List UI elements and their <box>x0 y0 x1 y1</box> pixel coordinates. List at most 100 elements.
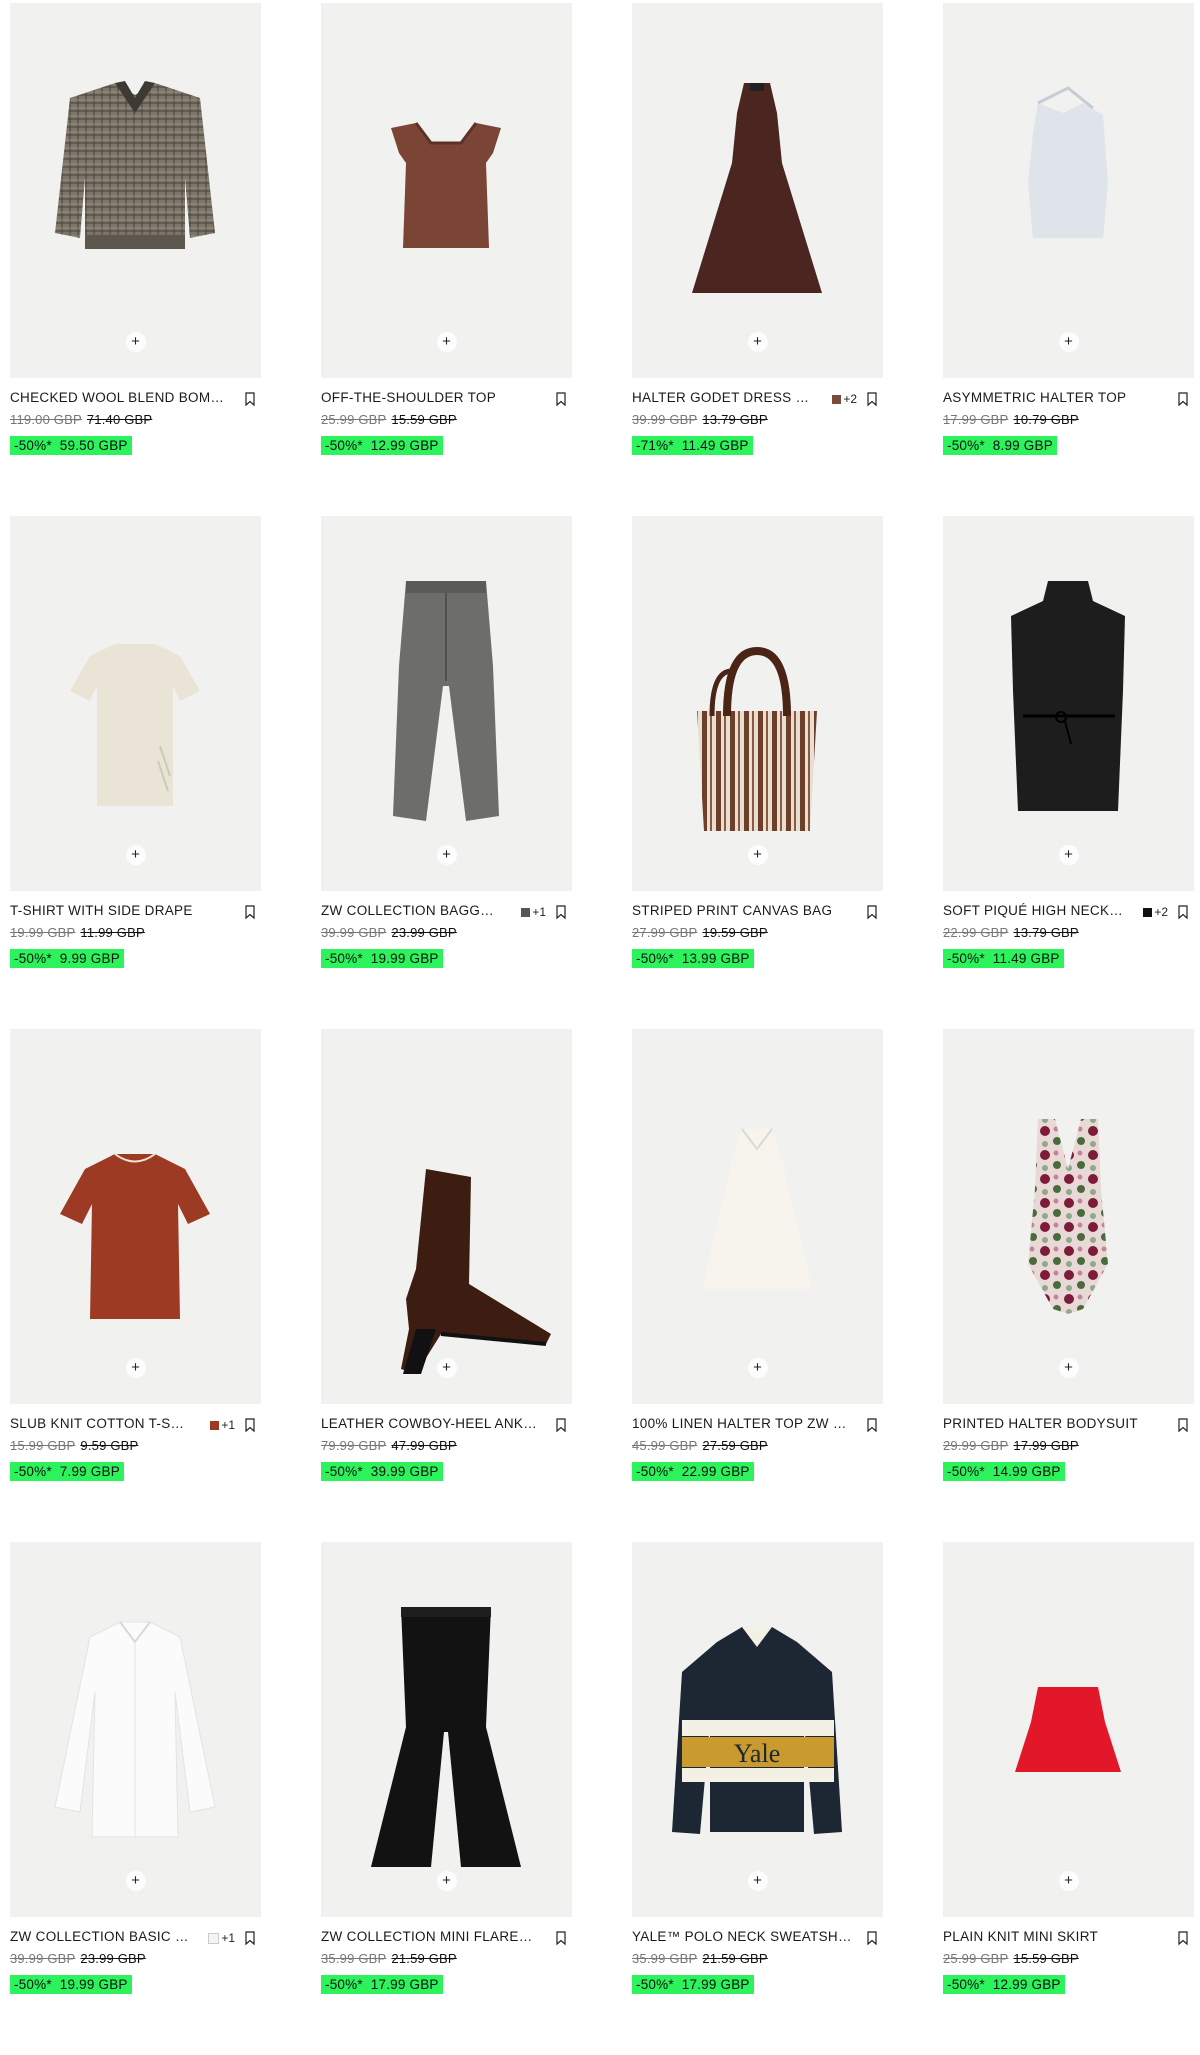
quick-add-button[interactable]: + <box>436 332 457 352</box>
quick-add-button[interactable]: + <box>747 332 768 352</box>
more-colors-count: +1 <box>221 1418 235 1432</box>
quick-add-button[interactable]: + <box>436 1871 457 1891</box>
quick-add-button[interactable]: + <box>1058 1871 1079 1891</box>
product-name[interactable]: STRIPED PRINT CANVAS BAG <box>632 903 852 918</box>
previous-price: 13.79 GBP <box>702 412 768 427</box>
bookmark-icon[interactable] <box>865 391 879 407</box>
quick-add-button[interactable]: + <box>1058 845 1079 865</box>
bookmark-icon[interactable] <box>554 1417 568 1433</box>
product-image[interactable]: + <box>943 1029 1194 1404</box>
product-card[interactable]: + HALTER GODET DRESS ZW COLLECTION +2 39.99… <box>632 3 883 516</box>
product-card[interactable]: + CHECKED WOOL BLEND BOMBER JACKET 119.00 … <box>10 3 261 516</box>
color-swatch[interactable]: +2 <box>1143 905 1168 919</box>
more-colors-count: +1 <box>532 905 546 919</box>
product-card[interactable]: + ZW COLLECTION BASIC SHIRT +1 39.99 GBP 23.… <box>10 1542 261 2055</box>
product-card[interactable]: + OFF-THE-SHOULDER TOP 25.99 GBP 15.59 GBP -… <box>321 3 572 516</box>
product-name[interactable]: OFF-THE-SHOULDER TOP <box>321 390 541 405</box>
product-card[interactable]: Yale + YALE™ POLO NECK SWEATSHIRT 35.99 GBP… <box>632 1542 883 2055</box>
product-card[interactable]: + PLAIN KNIT MINI SKIRT 25.99 GBP 15.59 GBP… <box>943 1542 1194 2055</box>
product-image[interactable]: + <box>321 1542 572 1917</box>
product-image[interactable]: + <box>321 1029 572 1404</box>
product-name[interactable]: ASYMMETRIC HALTER TOP <box>943 390 1163 405</box>
color-swatch[interactable]: +1 <box>521 905 546 919</box>
product-card[interactable]: + STRIPED PRINT CANVAS BAG 27.99 GBP 19.59 … <box>632 516 883 1029</box>
product-card[interactable]: + ZW COLLECTION BAGGY JEANS +1 39.99 GBP 23.… <box>321 516 572 1029</box>
quick-add-button[interactable]: + <box>747 845 768 865</box>
product-image[interactable]: + <box>943 3 1194 378</box>
quick-add-button[interactable]: + <box>436 845 457 865</box>
product-card[interactable]: + ASYMMETRIC HALTER TOP 17.99 GBP 10.79 GBP… <box>943 3 1194 516</box>
product-name[interactable]: SOFT PIQUÉ HIGH NECK DRESS <box>943 903 1123 918</box>
bookmark-icon[interactable] <box>1176 1930 1190 1946</box>
color-swatch[interactable]: +1 <box>208 1931 235 1945</box>
quick-add-button[interactable]: + <box>747 1871 768 1891</box>
quick-add-button[interactable]: + <box>125 845 146 865</box>
quick-add-button[interactable]: + <box>436 1358 457 1378</box>
product-name[interactable]: 100% LINEN HALTER TOP ZW COLLECTION <box>632 1416 852 1431</box>
product-name[interactable]: T-SHIRT WITH SIDE DRAPE <box>10 903 230 918</box>
product-name[interactable]: YALE™ POLO NECK SWEATSHIRT <box>632 1929 852 1944</box>
product-name[interactable]: HALTER GODET DRESS ZW COLLECTION <box>632 390 812 405</box>
bookmark-icon[interactable] <box>865 904 879 920</box>
previous-prices: 15.99 GBP 9.59 GBP <box>10 1438 261 1456</box>
bookmark-icon[interactable] <box>554 904 568 920</box>
quick-add-button[interactable]: + <box>1058 332 1079 352</box>
bookmark-icon[interactable] <box>865 1417 879 1433</box>
product-card[interactable]: + ZW COLLECTION MINI FLARED TROUSERS 35.99… <box>321 1542 572 2055</box>
color-swatch[interactable]: +1 <box>210 1418 235 1432</box>
previous-price: 15.59 GBP <box>1013 1951 1079 1966</box>
discount-percent: -50%* <box>636 1977 674 1992</box>
product-card[interactable]: + SOFT PIQUÉ HIGH NECK DRESS +2 22.99 GBP 13… <box>943 516 1194 1029</box>
product-name[interactable]: SLUB KNIT COTTON T-SHIRT <box>10 1416 190 1431</box>
product-card[interactable]: + T-SHIRT WITH SIDE DRAPE 19.99 GBP 11.99 G… <box>10 516 261 1029</box>
bookmark-icon[interactable] <box>243 1930 257 1946</box>
bookmark-icon[interactable] <box>1176 391 1190 407</box>
discount-percent: -50%* <box>325 951 363 966</box>
color-swatch[interactable]: +2 <box>832 392 857 406</box>
sale-price-badge: -50%* 12.99 GBP <box>943 1975 1065 1994</box>
product-name[interactable]: ZW COLLECTION BAGGY JEANS <box>321 903 501 918</box>
sale-price-badge: -50%* 9.99 GBP <box>10 949 124 968</box>
bookmark-icon[interactable] <box>865 1930 879 1946</box>
quick-add-button[interactable]: + <box>125 332 146 352</box>
bookmark-icon[interactable] <box>1176 1417 1190 1433</box>
product-image[interactable]: + <box>10 516 261 891</box>
product-photo <box>401 1169 551 1374</box>
bookmark-icon[interactable] <box>554 1930 568 1946</box>
product-name[interactable]: PRINTED HALTER BODYSUIT <box>943 1416 1163 1431</box>
product-image[interactable]: + <box>10 1029 261 1404</box>
product-image[interactable]: + <box>321 3 572 378</box>
product-image[interactable]: Yale + <box>632 1542 883 1917</box>
bookmark-icon[interactable] <box>243 391 257 407</box>
product-image[interactable]: + <box>632 3 883 378</box>
product-card[interactable]: + SLUB KNIT COTTON T-SHIRT +1 15.99 GBP 9.59… <box>10 1029 261 1542</box>
product-image[interactable]: + <box>10 3 261 378</box>
product-name[interactable]: PLAIN KNIT MINI SKIRT <box>943 1929 1163 1944</box>
product-name[interactable]: ZW COLLECTION MINI FLARED TROUSERS <box>321 1929 541 1944</box>
quick-add-button[interactable]: + <box>747 1358 768 1378</box>
product-image[interactable]: + <box>10 1542 261 1917</box>
product-image[interactable]: + <box>943 1542 1194 1917</box>
product-name[interactable]: ZW COLLECTION BASIC SHIRT <box>10 1929 190 1944</box>
product-card[interactable]: + LEATHER COWBOY-HEEL ANKLE BOOTS 79.99 GB… <box>321 1029 572 1542</box>
quick-add-button[interactable]: + <box>125 1871 146 1891</box>
bookmark-icon[interactable] <box>243 904 257 920</box>
product-image[interactable]: + <box>632 516 883 891</box>
bookmark-icon[interactable] <box>554 391 568 407</box>
sale-price-badge: -50%* 59.50 GBP <box>10 436 132 455</box>
product-image[interactable]: + <box>632 1029 883 1404</box>
product-card[interactable]: +100% LINEN HALTER TOP ZW COLLECTION 45.9… <box>632 1029 883 1542</box>
product-image[interactable]: + <box>321 516 572 891</box>
product-image[interactable]: + <box>943 516 1194 891</box>
bookmark-icon[interactable] <box>1176 904 1190 920</box>
product-name[interactable]: LEATHER COWBOY-HEEL ANKLE BOOTS <box>321 1416 541 1431</box>
quick-add-button[interactable]: + <box>125 1358 146 1378</box>
bookmark-icon[interactable] <box>243 1417 257 1433</box>
current-price: 13.99 GBP <box>681 951 750 966</box>
quick-add-button[interactable]: + <box>1058 1358 1079 1378</box>
product-name[interactable]: CHECKED WOOL BLEND BOMBER JACKET <box>10 390 230 405</box>
current-price: 8.99 GBP <box>992 438 1053 453</box>
product-card[interactable]: + PRINTED HALTER BODYSUIT 29.99 GBP 17.99 G… <box>943 1029 1194 1542</box>
product-photo <box>702 1128 812 1289</box>
discount-percent: -50%* <box>14 951 52 966</box>
